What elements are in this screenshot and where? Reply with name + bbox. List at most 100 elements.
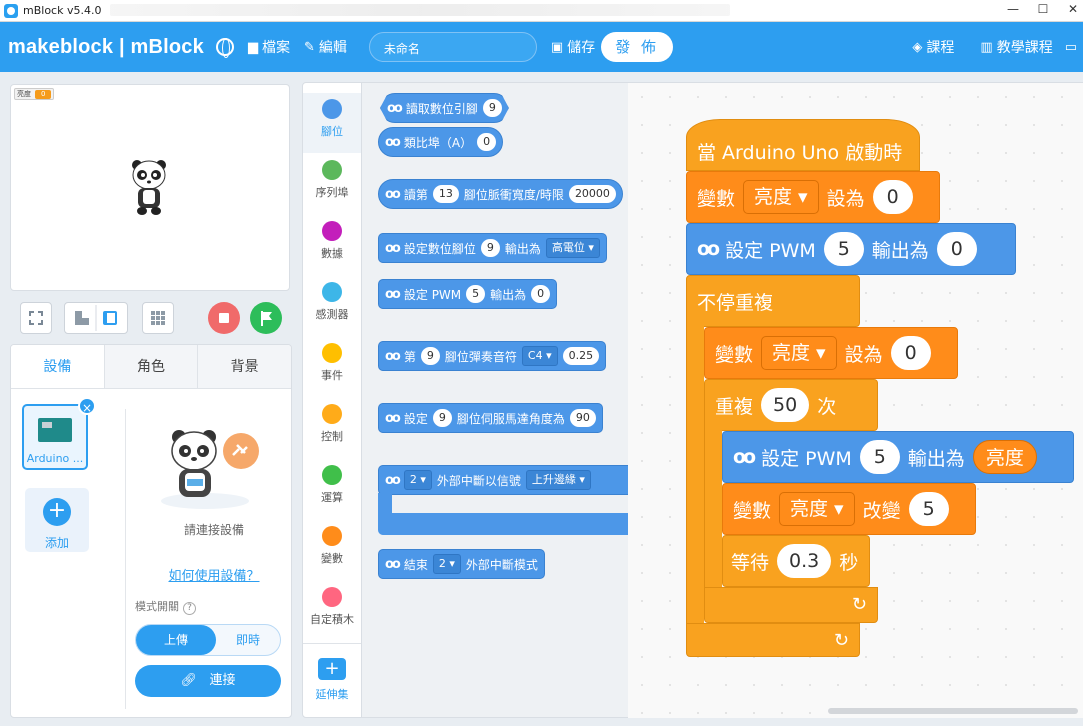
help-icon[interactable]: ?	[183, 602, 196, 615]
grid-view-button[interactable]	[142, 302, 174, 334]
category-variables[interactable]: 變數	[303, 520, 361, 580]
change-amount-input[interactable]: 5	[908, 492, 949, 526]
add-device-button[interactable]: + 添加	[25, 488, 89, 552]
close-icon[interactable]: ✕	[1063, 2, 1083, 18]
fullscreen-icon	[29, 311, 43, 325]
block-read-analog[interactable]: oo 類比埠（A） 0	[378, 127, 504, 157]
feedback-icon[interactable]: ▭	[1065, 40, 1077, 55]
tab-backgrounds[interactable]: 背景	[198, 345, 291, 388]
block-end-interrupt[interactable]: oo 結束 2 ▾ 外部中斷模式	[378, 549, 545, 579]
block-input[interactable]: 90	[569, 409, 596, 427]
category-dot	[322, 343, 342, 363]
block-set-pwm-variable[interactable]: oo 設定 PWM 5 輸出為 亮度	[722, 431, 1074, 483]
live-mode-option[interactable]: 即時	[216, 625, 280, 655]
block-text: 設定 PWM	[761, 447, 852, 470]
stop-button[interactable]	[208, 302, 240, 334]
block-read-pulse[interactable]: oo 讀第 13 腳位脈衝寬度/時限 20000	[378, 179, 623, 209]
block-set-pwm[interactable]: oo 設定 PWM 5 輸出為 0	[686, 223, 1016, 275]
hat-block-arduino-start[interactable]: 當 Arduino Uno 啟動時	[686, 119, 920, 171]
value-input[interactable]: 0	[872, 180, 913, 214]
how-to-use-link[interactable]: 如何使用設備？	[135, 565, 291, 584]
file-menu[interactable]: ▆ 檔案	[248, 37, 290, 57]
connect-label: 連接	[209, 673, 236, 688]
tutorials-menu[interactable]: ▥ 教學課程	[980, 37, 1052, 57]
horizontal-scrollbar[interactable]	[828, 708, 1078, 714]
remove-device-icon[interactable]: ×	[78, 397, 96, 415]
panda-connect-illustration	[161, 430, 259, 509]
category-my-blocks[interactable]: 自定積木	[303, 581, 361, 641]
block-text: 變數	[715, 343, 754, 366]
pin-input[interactable]: 5	[859, 440, 900, 474]
layout-toggle[interactable]	[64, 302, 128, 334]
block-forever[interactable]: 不停重複	[686, 275, 860, 327]
variable-dropdown[interactable]: 亮度 ▾	[779, 492, 855, 526]
block-interrupt[interactable]: oo 2 ▾ 外部中斷以信號 上升邊緣 ▾	[378, 465, 628, 495]
tab-devices[interactable]: 設備	[11, 345, 105, 388]
fullscreen-button[interactable]	[20, 302, 52, 334]
category-events[interactable]: 事件	[303, 337, 361, 397]
add-device-label: 添加	[44, 536, 69, 550]
block-wait[interactable]: 等待 0.3 秒	[722, 535, 870, 587]
project-name-input[interactable]: 未命名	[368, 32, 537, 62]
category-pins[interactable]: 腳位	[303, 93, 361, 153]
variable-reporter[interactable]: 亮度	[972, 440, 1037, 474]
panda-sprite[interactable]	[129, 157, 169, 217]
variable-dropdown[interactable]: 亮度 ▾	[761, 336, 837, 370]
courses-menu[interactable]: ◈ 課程	[912, 37, 954, 57]
category-control[interactable]: 控制	[303, 398, 361, 458]
pin-input[interactable]: 5	[823, 232, 864, 266]
repeat-count-input[interactable]: 50	[761, 388, 810, 422]
edit-menu[interactable]: ✎ 編輯	[304, 37, 347, 57]
block-input[interactable]: 0	[531, 285, 551, 303]
block-input[interactable]: 9	[432, 409, 452, 427]
block-dropdown[interactable]: 高電位 ▾	[545, 238, 600, 258]
category-sensors[interactable]: 感測器	[303, 276, 361, 336]
block-input[interactable]: 9	[480, 239, 500, 257]
script-area[interactable]: 當 Arduino Uno 啟動時 變數 亮度 ▾ 設為 0 oo 設定 PWM 5 輸出為…	[628, 82, 1083, 718]
stage-canvas[interactable]: 亮度 0	[10, 84, 290, 291]
block-dropdown[interactable]: 2 ▾	[403, 470, 432, 490]
block-set-variable-inner[interactable]: 變數 亮度 ▾ 設為 0	[704, 327, 958, 379]
block-input[interactable]: 13	[432, 185, 459, 203]
block-set-pwm[interactable]: oo 設定 PWM 5 輸出為 0	[378, 279, 558, 309]
block-read-digital[interactable]: oo 讀取數位引腳 9	[380, 93, 509, 123]
maximize-icon[interactable]: ☐	[1033, 2, 1053, 18]
block-set-variable[interactable]: 變數 亮度 ▾ 設為 0	[686, 171, 940, 223]
extensions-button[interactable]: + 延伸集	[303, 643, 361, 717]
block-dropdown[interactable]: C4 ▾	[521, 346, 558, 366]
infinity-icon: oo	[733, 446, 756, 468]
block-change-variable[interactable]: 變數 亮度 ▾ 改變 5	[722, 483, 976, 535]
category-data[interactable]: 數據	[303, 215, 361, 275]
block-set-digital[interactable]: oo 設定數位腳位 9 輸出為 高電位 ▾	[378, 233, 607, 263]
category-operators[interactable]: 運算	[303, 459, 361, 519]
block-dropdown[interactable]: 2 ▾	[432, 554, 461, 574]
category-serial[interactable]: 序列埠	[303, 154, 361, 214]
file-menu-label: 檔案	[261, 40, 290, 56]
value-input[interactable]: 0	[936, 232, 977, 266]
category-dot	[322, 160, 342, 180]
mode-toggle[interactable]: 上傳 即時	[135, 624, 281, 656]
tab-sprites[interactable]: 角色	[104, 345, 199, 388]
publish-button[interactable]: 發 佈	[601, 32, 674, 62]
green-flag-button[interactable]	[250, 302, 282, 334]
block-input[interactable]: 20000	[568, 185, 616, 203]
connect-button[interactable]: 🔗︎ 連接	[135, 665, 281, 697]
block-dropdown[interactable]: 上升邊緣 ▾	[525, 470, 591, 490]
upload-mode-option[interactable]: 上傳	[136, 625, 216, 655]
block-input[interactable]: 9	[420, 347, 440, 365]
variable-dropdown[interactable]: 亮度 ▾	[743, 180, 819, 214]
block-input[interactable]: 0.25	[562, 347, 600, 365]
minimize-icon[interactable]: —	[1003, 2, 1023, 18]
save-button[interactable]: ▣ 儲存	[551, 37, 595, 57]
block-input[interactable]: 0	[477, 133, 497, 151]
block-input[interactable]: 9	[483, 99, 502, 117]
block-input[interactable]: 5	[466, 285, 486, 303]
block-repeat[interactable]: 重複 50 次	[704, 379, 878, 431]
value-input[interactable]: 0	[890, 336, 931, 370]
wait-seconds-input[interactable]: 0.3	[777, 544, 832, 578]
block-play-tone[interactable]: oo 第 9 腳位彈奏音符 C4 ▾ 0.25	[378, 341, 607, 371]
arduino-board-icon	[38, 418, 72, 442]
block-servo[interactable]: oo 設定 9 腳位伺服馬達角度為 90	[378, 403, 603, 433]
language-globe-icon[interactable]	[215, 38, 234, 58]
arduino-device-card[interactable]: Arduino ...	[22, 404, 88, 470]
